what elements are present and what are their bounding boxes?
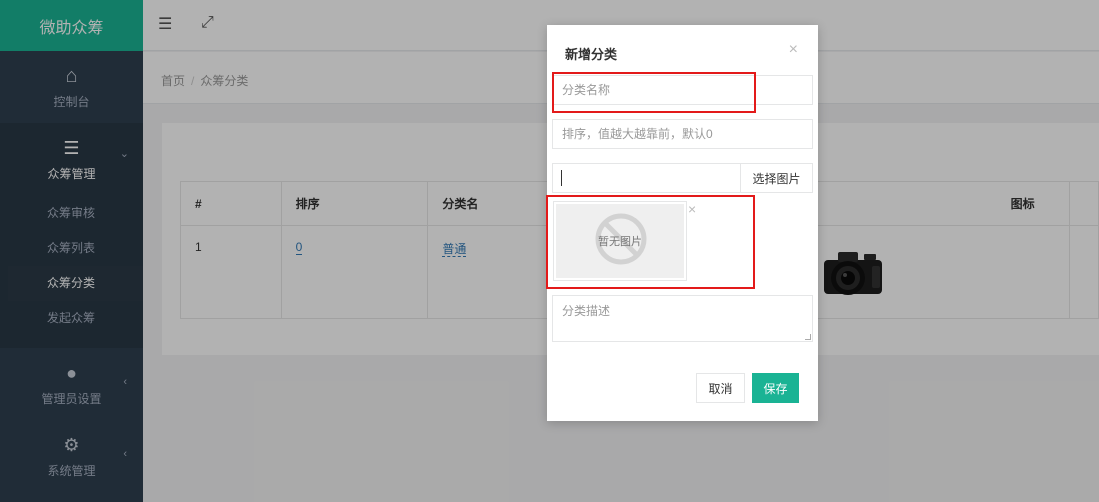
- sort-input[interactable]: [552, 119, 813, 149]
- modal-title: 新增分类: [565, 47, 618, 62]
- choose-image-button[interactable]: 选择图片: [740, 164, 812, 192]
- highlight-box-image: [546, 195, 755, 289]
- resize-handle-icon[interactable]: [805, 334, 811, 340]
- cancel-button[interactable]: 取消: [696, 373, 745, 403]
- category-description-input[interactable]: [552, 295, 813, 342]
- image-upload-row: 选择图片: [552, 163, 813, 193]
- close-icon[interactable]: ×: [789, 41, 798, 59]
- highlight-box-name: [552, 72, 756, 113]
- save-button[interactable]: 保存: [752, 373, 799, 403]
- image-path-input[interactable]: [553, 164, 741, 192]
